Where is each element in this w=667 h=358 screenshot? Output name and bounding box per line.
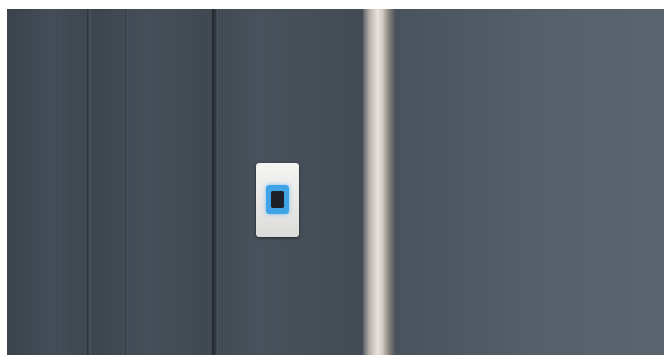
door-panel bbox=[7, 9, 367, 355]
wall-panel bbox=[395, 9, 664, 355]
metal-frame-strip bbox=[363, 9, 395, 355]
wall-texture bbox=[395, 9, 664, 355]
door-texture bbox=[7, 9, 367, 355]
fingerprint-reader bbox=[256, 163, 299, 237]
door-photo bbox=[7, 9, 664, 355]
sensor-led-ring bbox=[266, 185, 289, 214]
image-frame bbox=[0, 0, 667, 358]
fingerprint-sensor-icon bbox=[271, 191, 284, 208]
